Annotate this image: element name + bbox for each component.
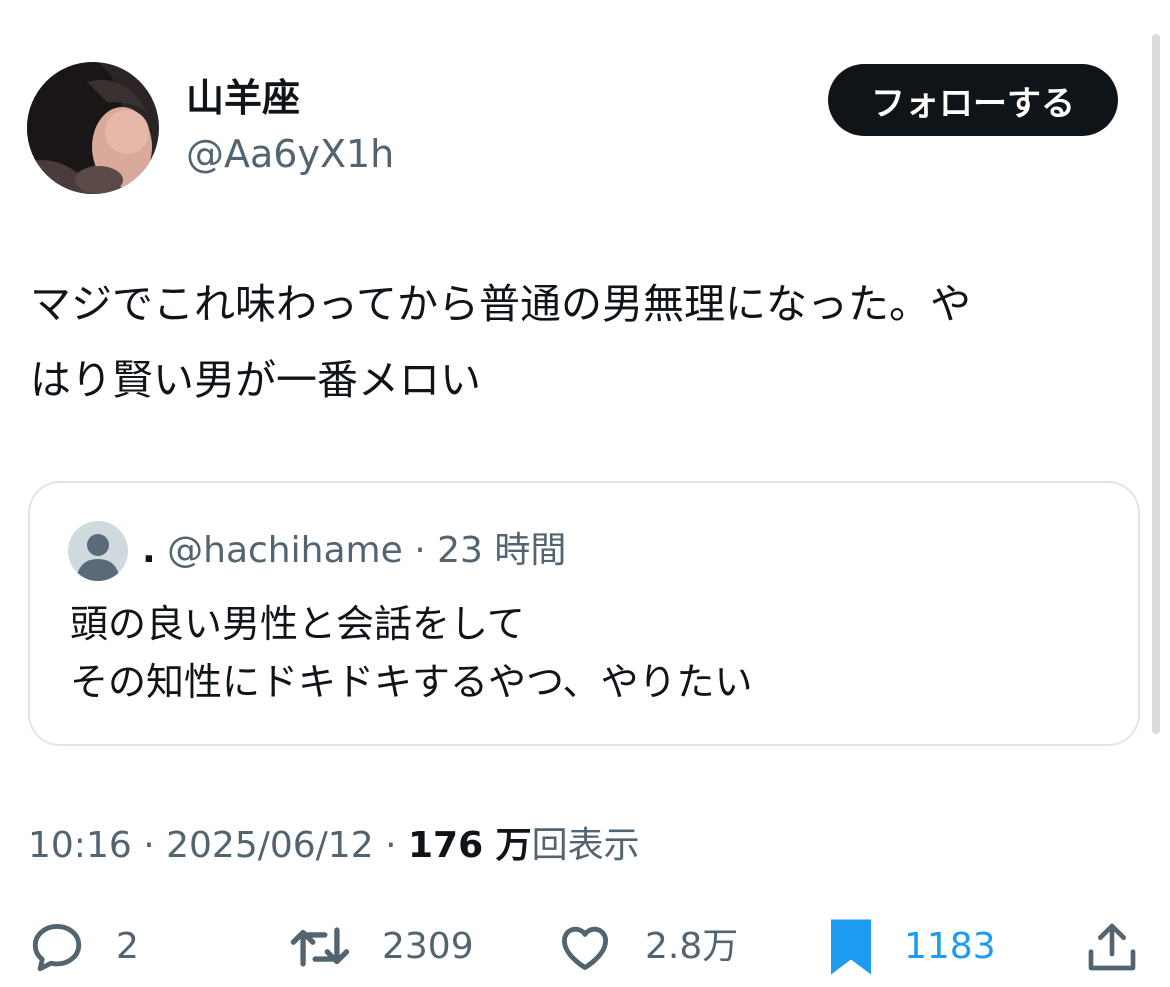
quoted-text-line: その知性にドキドキするやつ、やりたい (70, 660, 753, 704)
author-display-name[interactable]: 山羊座 (186, 74, 300, 122)
quoted-author-handle: @hachihame (167, 530, 403, 571)
quoted-tweet-text: 頭の良い男性と会話をして その知性にドキドキするやつ、やりたい (70, 595, 1110, 711)
separator-dot: · (414, 530, 426, 571)
quoted-author-name: . (142, 530, 156, 571)
tweet-text: マジでこれ味わってから普通の男無理になった。や はり賢い男が一番メロい (30, 266, 1140, 418)
speech-bubble-icon (28, 918, 86, 976)
default-avatar-icon (68, 521, 128, 581)
bookmark-button[interactable]: 1183 (828, 915, 996, 979)
reply-button[interactable]: 2 (28, 915, 139, 979)
separator-dot: · (143, 825, 155, 866)
quoted-author-avatar (68, 521, 128, 581)
like-button[interactable]: 2.8万 (555, 915, 738, 979)
share-upload-icon (1084, 918, 1140, 976)
share-button[interactable] (1084, 915, 1140, 979)
quoted-tweet-card[interactable]: . @hachihame · 23 時間 頭の良い男性と会話をして その知性にド… (28, 481, 1140, 746)
like-count: 2.8万 (645, 926, 739, 967)
separator-dot: · (385, 825, 397, 866)
tweet-text-line: はり賢い男が一番メロい (30, 356, 481, 404)
author-avatar[interactable] (27, 62, 159, 194)
heart-icon (555, 918, 615, 976)
avatar-photo (27, 62, 159, 194)
views-label: 回表示 (531, 825, 640, 866)
scrollbar[interactable] (1152, 34, 1160, 734)
tweet-text-line: マジでこれ味わってから普通の男無理になった。や (30, 280, 971, 328)
tweet-meta: 10:16 · 2025/06/12 · 176 万回表示 (28, 822, 640, 870)
quoted-tweet-time: 23 時間 (437, 530, 567, 571)
retweet-count: 2309 (382, 926, 474, 967)
bookmark-count: 1183 (904, 926, 996, 967)
follow-button[interactable]: フォローする (828, 64, 1118, 136)
author-handle[interactable]: @Aa6yX1h (186, 130, 394, 178)
views-count: 176 万 (407, 825, 532, 866)
tweet-time[interactable]: 10:16 (28, 825, 132, 866)
quoted-tweet-header: . @hachihame · 23 時間 (142, 527, 566, 575)
bookmark-filled-icon (828, 917, 874, 977)
retweet-icon (288, 918, 352, 976)
tweet-date[interactable]: 2025/06/12 (166, 825, 374, 866)
retweet-button[interactable]: 2309 (288, 915, 474, 979)
reply-count: 2 (116, 926, 139, 967)
quoted-text-line: 頭の良い男性と会話をして (70, 602, 525, 646)
